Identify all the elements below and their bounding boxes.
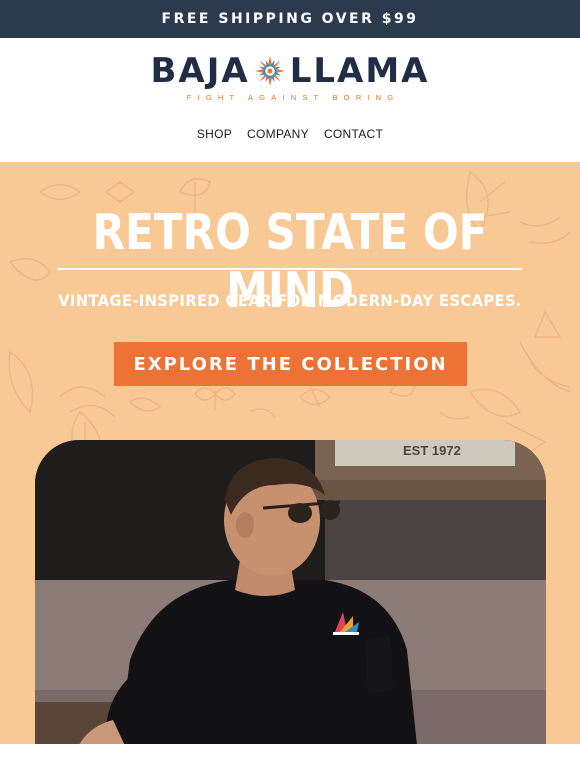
main-nav: SHOP COMPANY CONTACT bbox=[0, 124, 580, 144]
model-photo: EST 1972 bbox=[35, 440, 546, 774]
nav-item-company[interactable]: COMPANY bbox=[247, 124, 309, 144]
announcement-text: FREE SHIPPING OVER $99 bbox=[161, 11, 419, 27]
hero-divider bbox=[58, 268, 522, 270]
hero-banner: RETRO STATE OF MIND VINTAGE-INSPIRED GEA… bbox=[0, 162, 580, 774]
nav-item-contact[interactable]: CONTACT bbox=[324, 124, 383, 144]
sign-text: EST 1972 bbox=[403, 443, 461, 458]
explore-collection-button[interactable]: EXPLORE THE COLLECTION bbox=[114, 342, 467, 386]
brand-tagline: FIGHT AGAINST BORING bbox=[186, 93, 400, 102]
content-bottom-edge bbox=[0, 744, 580, 774]
nav-item-shop[interactable]: SHOP bbox=[197, 124, 232, 144]
sun-icon bbox=[254, 56, 285, 86]
hero-subtitle: VINTAGE-INSPIRED GEAR FOR MODERN-DAY ESC… bbox=[58, 291, 522, 310]
announcement-bar: FREE SHIPPING OVER $99 bbox=[0, 0, 580, 38]
photo-illustration: EST 1972 bbox=[35, 440, 546, 774]
logo-word-left: BAJA bbox=[150, 51, 250, 91]
brand-logo[interactable]: BAJA LLAMA FIGHT AGAINST BORING bbox=[0, 52, 580, 108]
logo-word-right: LLAMA bbox=[289, 51, 430, 91]
